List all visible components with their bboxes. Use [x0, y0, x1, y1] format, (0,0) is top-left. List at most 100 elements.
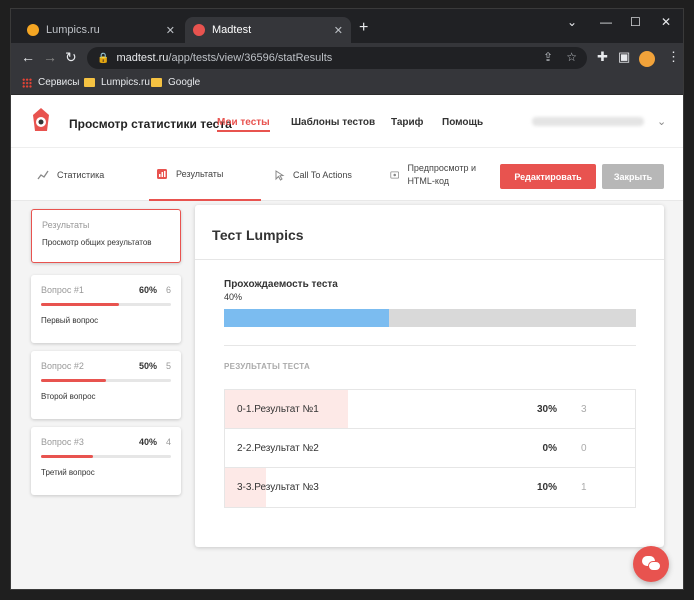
side-panel-icon[interactable]: ▣ [618, 49, 630, 65]
question-header: Вопрос #2 50% 5 [41, 361, 171, 373]
results-table: 0-1.Результат №1 30% 3 2-2.Результат №2 … [224, 389, 636, 508]
bookmark-services[interactable]: Сервисы [22, 77, 79, 88]
question-progress [41, 379, 171, 382]
new-tab-icon[interactable]: + [359, 19, 368, 37]
menu-icon[interactable]: ⋮ [667, 49, 680, 65]
result-count: 1 [581, 482, 587, 493]
bookmark-star-icon[interactable]: ☆ [566, 50, 577, 64]
bookmark-label: Сервисы [38, 77, 80, 88]
tab-label: Результаты [176, 168, 224, 179]
close-button[interactable]: Закрыть [602, 164, 664, 189]
bookmark-google[interactable]: Google [151, 77, 200, 88]
back-icon[interactable]: ← [21, 49, 35, 65]
result-name: 3-3.Результат №3 [237, 482, 319, 493]
edit-button[interactable]: Редактировать [500, 164, 596, 189]
chat-bubble-front [648, 561, 661, 571]
tab-label: Call To Actions [293, 169, 352, 180]
tab-preview-html[interactable]: Предпросмотр и HTML-код [390, 148, 496, 201]
page-title: Просмотр статистики теста [69, 117, 232, 131]
tab-statistics[interactable]: Статистика [37, 148, 114, 201]
question-name: Второй вопрос [41, 392, 96, 401]
results-summary-card[interactable]: Результаты Просмотр общих результатов [31, 209, 181, 263]
site-header: Просмотр статистики теста Мои тесты Шабл… [11, 95, 683, 147]
madtest-logo-icon [33, 108, 49, 131]
question-card[interactable]: Вопрос #3 40% 4 Третий вопрос [31, 427, 181, 495]
tab-label: Предпросмотр и HTML-код [407, 162, 477, 186]
chat-icon[interactable] [633, 546, 669, 582]
tab-close-icon[interactable]: ✕ [166, 24, 175, 37]
nav-pricing[interactable]: Тариф [391, 117, 423, 128]
divider [195, 259, 664, 260]
question-count: 4 [165, 437, 171, 447]
divider [224, 345, 636, 346]
bookmark-label: Lumpics.ru [101, 77, 150, 88]
nav-templates[interactable]: Шаблоны тестов [291, 117, 375, 128]
result-percent: 0% [542, 443, 557, 454]
madtest-favicon-icon [193, 24, 205, 36]
lock-icon: 🔒 [97, 52, 110, 64]
account-email-blurred[interactable] [532, 117, 644, 126]
card-subtitle: Просмотр общих результатов [42, 238, 152, 247]
bookmark-label: Google [168, 77, 201, 88]
browser-tab-madtest[interactable]: Madtest ✕ [185, 17, 351, 43]
result-name: 2-2.Результат №2 [237, 443, 319, 454]
web-page: Просмотр статистики теста Мои тесты Шабл… [11, 95, 683, 589]
window-close-icon[interactable]: ✕ [661, 15, 671, 29]
folder-icon [151, 78, 162, 87]
share-icon[interactable]: ⇪ [543, 50, 553, 64]
result-row[interactable]: 3-3.Результат №3 10% 1 [225, 468, 635, 507]
nav-help[interactable]: Помощь [442, 117, 483, 128]
forward-icon[interactable]: → [43, 49, 57, 65]
tab-search-icon[interactable]: ⌄ [567, 15, 577, 29]
address-host: madtest.ru [116, 52, 169, 64]
question-card[interactable]: Вопрос #2 50% 5 Второй вопрос [31, 351, 181, 419]
question-card[interactable]: Вопрос #1 60% 6 Первый вопрос [31, 275, 181, 343]
question-percent: 60% [138, 285, 157, 295]
results-section-label: РЕЗУЛЬТАТЫ ТЕСТА [224, 362, 311, 371]
result-row[interactable]: 2-2.Результат №2 0% 0 [225, 429, 635, 468]
progress-fill [41, 379, 106, 382]
lumpics-favicon-icon [27, 24, 39, 36]
result-count: 3 [581, 404, 587, 415]
tab-call-to-actions[interactable]: Call To Actions [273, 148, 352, 201]
result-percent: 30% [536, 404, 557, 415]
test-title: Тест Lumpics [212, 227, 304, 243]
tab-results[interactable]: Результаты [149, 148, 261, 201]
browser-tab-lumpics[interactable]: Lumpics.ru ✕ [19, 17, 183, 43]
tab-close-icon[interactable]: ✕ [334, 24, 343, 37]
pass-rate-value: 40% [224, 292, 243, 302]
test-results-panel: Тест Lumpics Прохождаемость теста 40% РЕ… [195, 205, 664, 547]
question-percent: 40% [138, 437, 157, 447]
content-area: Результаты Просмотр общих результатов Во… [11, 201, 683, 589]
profile-avatar[interactable] [639, 51, 655, 67]
question-count: 5 [165, 361, 171, 371]
reload-icon[interactable]: ↻ [65, 49, 77, 66]
question-header: Вопрос #1 60% 6 [41, 285, 171, 297]
question-header: Вопрос #3 40% 4 [41, 437, 171, 449]
question-label: Вопрос #2 [41, 361, 84, 371]
folder-icon [84, 78, 95, 87]
address-bar[interactable]: 🔒 madtest.ru /app/tests/view/36596/statR… [87, 47, 587, 69]
question-progress [41, 455, 171, 458]
progress-fill [41, 303, 119, 306]
tab-strip: Lumpics.ru ✕ Madtest ✕ + ⌄ — ☐ ✕ [11, 9, 683, 43]
bookmark-lumpics[interactable]: Lumpics.ru [84, 77, 150, 88]
nav-my-tests[interactable]: Мои тесты [217, 117, 270, 132]
result-row[interactable]: 0-1.Результат №1 30% 3 [225, 390, 635, 429]
pass-rate-label: Прохождаемость теста [224, 279, 338, 290]
bookmarks-bar: Сервисы Lumpics.ru Google [11, 73, 683, 95]
minimize-icon[interactable]: — [600, 15, 612, 29]
question-progress [41, 303, 171, 306]
tab-title: Lumpics.ru [46, 24, 100, 36]
chevron-down-icon[interactable]: ⌄ [657, 115, 666, 128]
preview-icon [390, 170, 400, 179]
maximize-icon[interactable]: ☐ [630, 15, 641, 29]
result-name: 0-1.Результат №1 [237, 404, 319, 415]
question-label: Вопрос #1 [41, 285, 84, 295]
extensions-icon[interactable]: ✚ [597, 49, 608, 65]
address-path: /app/tests/view/36596/statResults [168, 52, 333, 64]
progress-fill [41, 455, 93, 458]
question-percent: 50% [138, 361, 157, 371]
browser-window: Lumpics.ru ✕ Madtest ✕ + ⌄ — ☐ ✕ ← → ↻ 🔒… [10, 8, 684, 590]
question-count: 6 [165, 285, 171, 295]
